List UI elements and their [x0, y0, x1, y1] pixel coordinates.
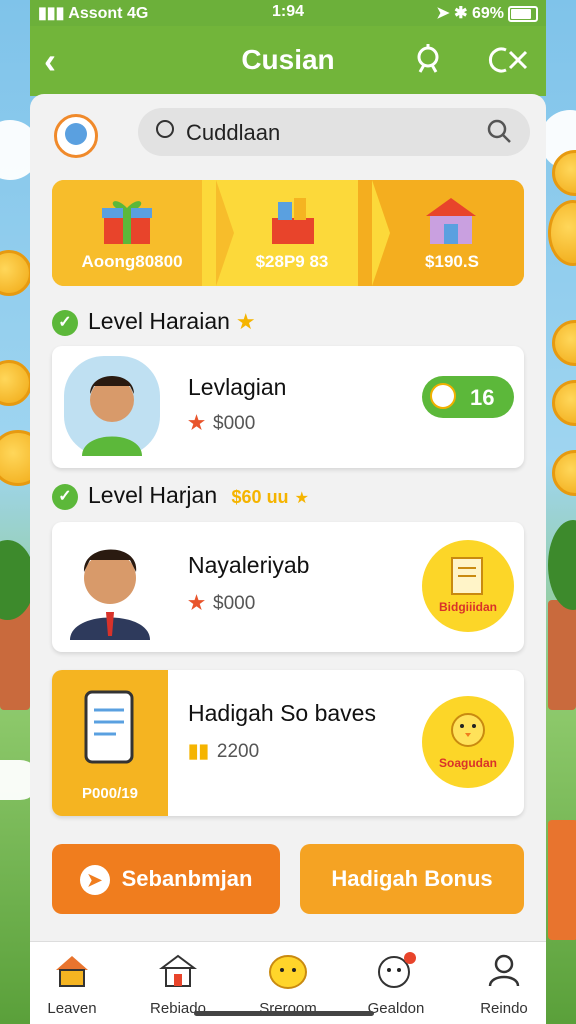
search-person-icon[interactable] [410, 42, 446, 78]
flame-icon: ★ [188, 413, 206, 434]
pill-value: 16 [470, 385, 495, 410]
tree-decoration [548, 520, 576, 610]
card-amount: ★ $000 [188, 412, 255, 435]
app-bar: ‹ Cusian [30, 26, 546, 96]
bonus-button[interactable]: Hadigah Bonus [300, 844, 524, 914]
house-icon [159, 954, 197, 987]
house-decoration [548, 600, 576, 710]
status-bar: ▮▮▮ Assont 4G 1:94 ➤ ✱ 69% [30, 0, 546, 26]
user-card[interactable]: Levlagian ★ $000 16 [52, 346, 524, 468]
battery-percent: 69% [471, 5, 504, 22]
tab-gealdon[interactable]: Gealdon [346, 950, 446, 1017]
section-header-level: ✓ Level Haraian ★ [52, 308, 256, 336]
card-amount-value: 2200 [216, 741, 260, 762]
bonus-card[interactable]: P000/19 Hadigah So baves ▮▮ 2200 Soagudan [52, 670, 524, 816]
user-card[interactable]: Nayaleriyab ★ $000 Bidgiiidan [52, 522, 524, 652]
tab-rebiado[interactable]: Rebiado [128, 950, 228, 1017]
search-input[interactable]: Cuddlaan [138, 108, 530, 156]
bonus-tile: P000/19 [52, 670, 168, 816]
gift-basket-icon [272, 198, 314, 244]
document-icon [451, 557, 483, 595]
badge-label: Bidgiiidan [439, 600, 497, 614]
card-name: Levlagian [188, 374, 287, 400]
reward-banner[interactable]: Aoong80800 $28P9 83 $190.S [52, 180, 524, 286]
banner-label-2: $28P9 83 [255, 252, 329, 271]
home-icon [56, 956, 88, 987]
card-name: Nayaleriyab [188, 552, 310, 578]
level-pill-button[interactable]: 16 [422, 376, 514, 418]
coin-decoration [552, 450, 576, 496]
banner-label-3: $190.S [425, 252, 479, 271]
tab-reindo[interactable]: Reindo [454, 950, 546, 1017]
battery-status: ➤ ✱ 69% [436, 3, 538, 23]
check-icon: ✓ [52, 483, 78, 510]
banner-label-1: Aoong80800 [81, 252, 183, 271]
check-icon: ✓ [52, 309, 78, 336]
chart-icon: ▮▮ [188, 741, 209, 762]
timer-icon [430, 383, 456, 409]
card-amount-value: $000 [213, 413, 256, 434]
emoji-icon [269, 955, 307, 989]
radio-circle-icon [156, 120, 174, 138]
user-avatar [64, 356, 160, 456]
primary-button[interactable]: ➤ Sebanbmjan [52, 844, 280, 914]
primary-button-label: Sebanbmjan [121, 866, 253, 891]
badge-label: Soagudan [438, 756, 497, 770]
tab-label: Reindo [480, 1000, 528, 1017]
tile-label: P000/19 [82, 785, 138, 802]
search-input-value: Cuddlaan [186, 120, 281, 145]
flame-icon: ★ [188, 593, 206, 614]
tab-label: Leaven [47, 1000, 97, 1017]
coin-decoration [0, 250, 32, 296]
pot-decoration [548, 820, 576, 940]
home-indicator[interactable] [194, 1011, 374, 1016]
section-title: Level Haraian [88, 308, 230, 334]
user-icon [488, 954, 520, 987]
coin-decoration [548, 200, 576, 266]
section-suffix: $60 uu [231, 487, 289, 507]
coin-decoration [552, 380, 576, 426]
coin-decoration [552, 320, 576, 366]
reward-badge[interactable]: Bidgiiidan [422, 540, 514, 632]
search-icon[interactable] [486, 118, 512, 144]
reward-badge[interactable]: Soagudan [422, 696, 514, 788]
card-amount: ★ $000 [188, 592, 255, 615]
user-avatar [70, 549, 150, 640]
page-title: Cusian [241, 44, 335, 75]
card-amount: ▮▮ 2200 [188, 740, 259, 763]
card-name: Hadigah So baves [188, 700, 376, 726]
bonus-button-label: Hadigah Bonus [331, 866, 493, 891]
shop-house-icon [426, 198, 476, 244]
gift-box-icon [102, 201, 152, 244]
section-title: Level Harjan [88, 482, 218, 508]
star-icon: ★ [235, 309, 256, 334]
tab-sreroom[interactable]: Sreroom [238, 950, 338, 1017]
star-icon: ★ [294, 490, 309, 507]
tablet-icon [84, 690, 134, 764]
tab-leaven[interactable]: Leaven [30, 950, 122, 1017]
battery-icon [508, 5, 538, 22]
main-panel: Cuddlaan Aoong80800 $28P9 83 $190.S ✓ Le… [30, 94, 546, 1024]
chick-icon [451, 713, 485, 747]
arrow-icon: ➤ [79, 865, 110, 896]
card-amount-value: $000 [213, 593, 256, 614]
chat-icon [378, 952, 416, 988]
section-header-level-2: ✓ Level Harjan $60 uu ★ [52, 482, 309, 510]
profile-avatar[interactable] [54, 114, 98, 158]
close-icon[interactable] [486, 42, 530, 78]
coin-decoration [0, 360, 32, 406]
